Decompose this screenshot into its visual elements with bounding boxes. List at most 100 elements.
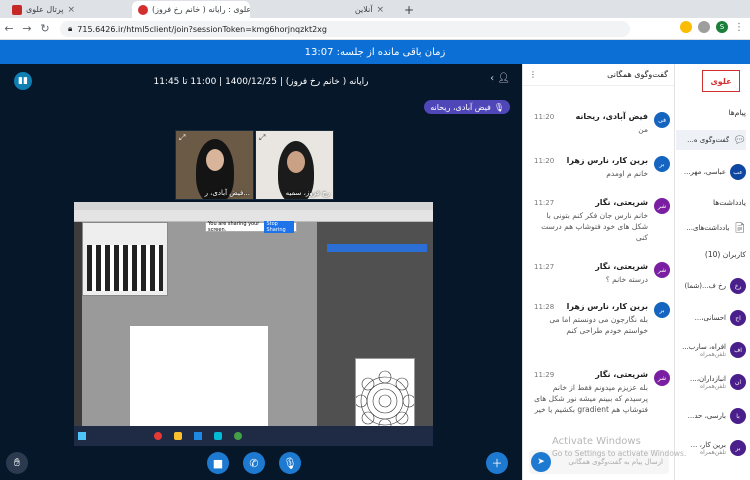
- chat-panel: گفت‌وگوی همگانی ⋮ فی فیض آبادی، ریحانه 11:…: [522, 64, 674, 480]
- message-time: 11:20: [534, 113, 555, 121]
- forward-icon[interactable]: →: [18, 22, 36, 35]
- meeting-header: رایانه ( خانم رخ فروز) | 1400/12/25 | 11…: [0, 64, 522, 100]
- raise-hand-button[interactable]: ✋︎: [6, 452, 28, 474]
- avatar: بر: [730, 440, 746, 456]
- user-device: تلفن‌همراه: [699, 448, 726, 456]
- meeting-controls: ✋︎ ■ ✆ 🎙︎ ＋: [0, 446, 522, 480]
- tab-online[interactable]: آنلاین ×: [262, 1, 390, 18]
- users-section-title: کاربران (10): [704, 250, 746, 259]
- close-icon[interactable]: ×: [67, 5, 75, 15]
- camera-button[interactable]: ■: [207, 452, 229, 474]
- user-list-item[interactable]: اح احسانی،...: [676, 304, 746, 332]
- avatar: شر: [654, 370, 670, 386]
- browser-tab-bar: پرتال علوی × علوی : رایانه ( خانم رخ فرو…: [0, 0, 750, 18]
- microphone-button[interactable]: 🎙︎: [279, 452, 301, 474]
- taskbar-app-icon[interactable]: [194, 432, 202, 440]
- meeting-title: رایانه ( خانم رخ فروز) | 1400/12/25 | 11…: [153, 77, 369, 87]
- user-list-item[interactable]: بر برین کار، ... تلفن‌همراه: [676, 434, 746, 462]
- selected-layer: [327, 244, 427, 252]
- reload-icon[interactable]: ↻: [36, 22, 54, 35]
- user-name: انبازداران،...: [690, 374, 726, 383]
- avatar: فی: [654, 112, 670, 128]
- user-list-item[interactable]: با بارسی، حد...: [676, 402, 746, 430]
- avatar: شر: [654, 198, 670, 214]
- message-time: 11:28: [534, 303, 555, 311]
- profile-avatar[interactable]: S: [716, 21, 728, 33]
- notes-icon: 📄︎: [733, 222, 746, 234]
- sender-name: شریعتی، نگار: [595, 262, 648, 271]
- portal-favicon-icon: [12, 4, 22, 15]
- puzzle-icon[interactable]: [698, 21, 710, 33]
- phone-icon: ✆: [249, 456, 259, 470]
- message-time: 11:27: [534, 199, 555, 207]
- user-name: افراه، سارب...: [682, 342, 726, 351]
- chat-title: گفت‌وگوی همگانی: [607, 70, 668, 79]
- taskbar-app-icon[interactable]: [234, 432, 242, 440]
- audio-button[interactable]: ✆: [243, 452, 265, 474]
- extension-icon[interactable]: [680, 21, 692, 33]
- send-icon: ➤: [537, 457, 545, 467]
- sharing-notice: You are sharing your screen. Stop Sharin…: [205, 221, 297, 233]
- app-toolbox: [74, 222, 82, 426]
- brand-logo: علوی: [702, 70, 740, 92]
- meeting-area: رایانه ( خانم رخ فروز) | 1400/12/25 | 11…: [0, 64, 522, 480]
- camera-icon: ■: [212, 456, 224, 470]
- public-chat-item[interactable]: 💬︎ گفت‌وگوی ه...: [676, 130, 746, 150]
- participant-face: [287, 151, 305, 173]
- close-icon[interactable]: ×: [376, 5, 384, 15]
- user-sidebar: علوی پیام‌ها 💬︎ گفت‌وگوی ه... عب عباسی، …: [674, 64, 750, 480]
- message-time: 11:29: [534, 371, 555, 379]
- url-field[interactable]: 🔒︎ 715.6426.ir/html5client/join?sessionT…: [60, 21, 630, 37]
- stop-sharing-button[interactable]: Stop Sharing: [264, 221, 294, 233]
- tab-meeting[interactable]: علوی : رایانه ( خانم رخ فروز) ×: [132, 1, 250, 18]
- screen-share[interactable]: You are sharing your screen. Stop Sharin…: [74, 202, 433, 446]
- bar-chart-icon: ▮▮: [18, 76, 28, 86]
- message-text: خانم نارس جان فکر کنم بتونی با شکل های خ…: [541, 211, 648, 242]
- expand-icon[interactable]: ⤢: [259, 133, 265, 143]
- user-device: تلفن‌همراه: [699, 350, 726, 358]
- user-list-item[interactable]: رخ رخ ف...(شما): [676, 272, 746, 300]
- taskbar-app-icon[interactable]: [174, 432, 182, 440]
- actions-button[interactable]: ＋: [486, 452, 508, 474]
- chat-header: گفت‌وگوی همگانی ⋮: [523, 64, 674, 86]
- avatar: اح: [730, 310, 746, 326]
- back-icon[interactable]: ←: [0, 22, 18, 35]
- expand-icon[interactable]: ⤢: [179, 133, 185, 143]
- avatar: اف: [730, 342, 746, 358]
- sender-name: شریعتی، نگار: [595, 198, 648, 207]
- plus-icon: ＋: [491, 457, 503, 470]
- user-device: تلفن‌همراه: [699, 382, 726, 390]
- user-list-item[interactable]: ان انبازداران،... تلفن‌همراه: [676, 368, 746, 396]
- sender-name: فیض آبادی، ریحانه: [575, 112, 648, 121]
- message-text: بله عزیزم میدونم فقط از خانم پرسیدم که ب…: [534, 383, 648, 414]
- windows-start-icon[interactable]: [78, 432, 86, 440]
- user-name: برین کار، ...: [690, 440, 726, 449]
- chat-options-icon[interactable]: ⋮: [529, 70, 537, 79]
- user-list-item[interactable]: اف افراه، سارب... تلفن‌همراه: [676, 336, 746, 364]
- shared-notes-item[interactable]: 📄︎ یادداشت‌های...: [676, 218, 746, 238]
- shapes-panel: [82, 222, 168, 296]
- user-list-toggle-icon[interactable]: ‹ 👤︎: [490, 73, 510, 84]
- user-name: بارسی، حد...: [687, 412, 726, 420]
- sender-name: شریعتی، نگار: [595, 370, 648, 379]
- video-tile[interactable]: ⤢ رخ فروز، سمیه: [255, 130, 334, 200]
- address-bar-row: ← → ↻ 🔒︎ 715.6426.ir/html5client/join?se…: [0, 18, 750, 40]
- taskbar-app-icon[interactable]: [154, 432, 162, 440]
- photoshop-taskbar-icon[interactable]: [214, 432, 222, 440]
- menu-icon[interactable]: ⋮: [734, 22, 744, 33]
- new-tab-button[interactable]: +: [398, 1, 416, 18]
- message-time: 11:27: [534, 263, 555, 271]
- lock-icon: 🔒︎: [68, 24, 73, 33]
- browser-actions: S ⋮: [680, 21, 744, 33]
- participant-face: [206, 149, 224, 171]
- stats-button[interactable]: ▮▮: [14, 72, 32, 90]
- hand-icon: ✋︎: [13, 456, 21, 469]
- send-button[interactable]: ➤: [531, 452, 551, 472]
- tab-portal[interactable]: پرتال علوی ×: [6, 1, 84, 18]
- private-chat-item[interactable]: عب عباسی، مهر...: [676, 162, 746, 182]
- custom-shapes-grid: [87, 245, 163, 291]
- user-name: رخ ف...(شما): [684, 282, 726, 290]
- video-tile[interactable]: ⤢ فیض آبادی، ر...: [175, 130, 254, 200]
- avatar: رخ: [730, 278, 746, 294]
- message-text: من: [638, 125, 648, 134]
